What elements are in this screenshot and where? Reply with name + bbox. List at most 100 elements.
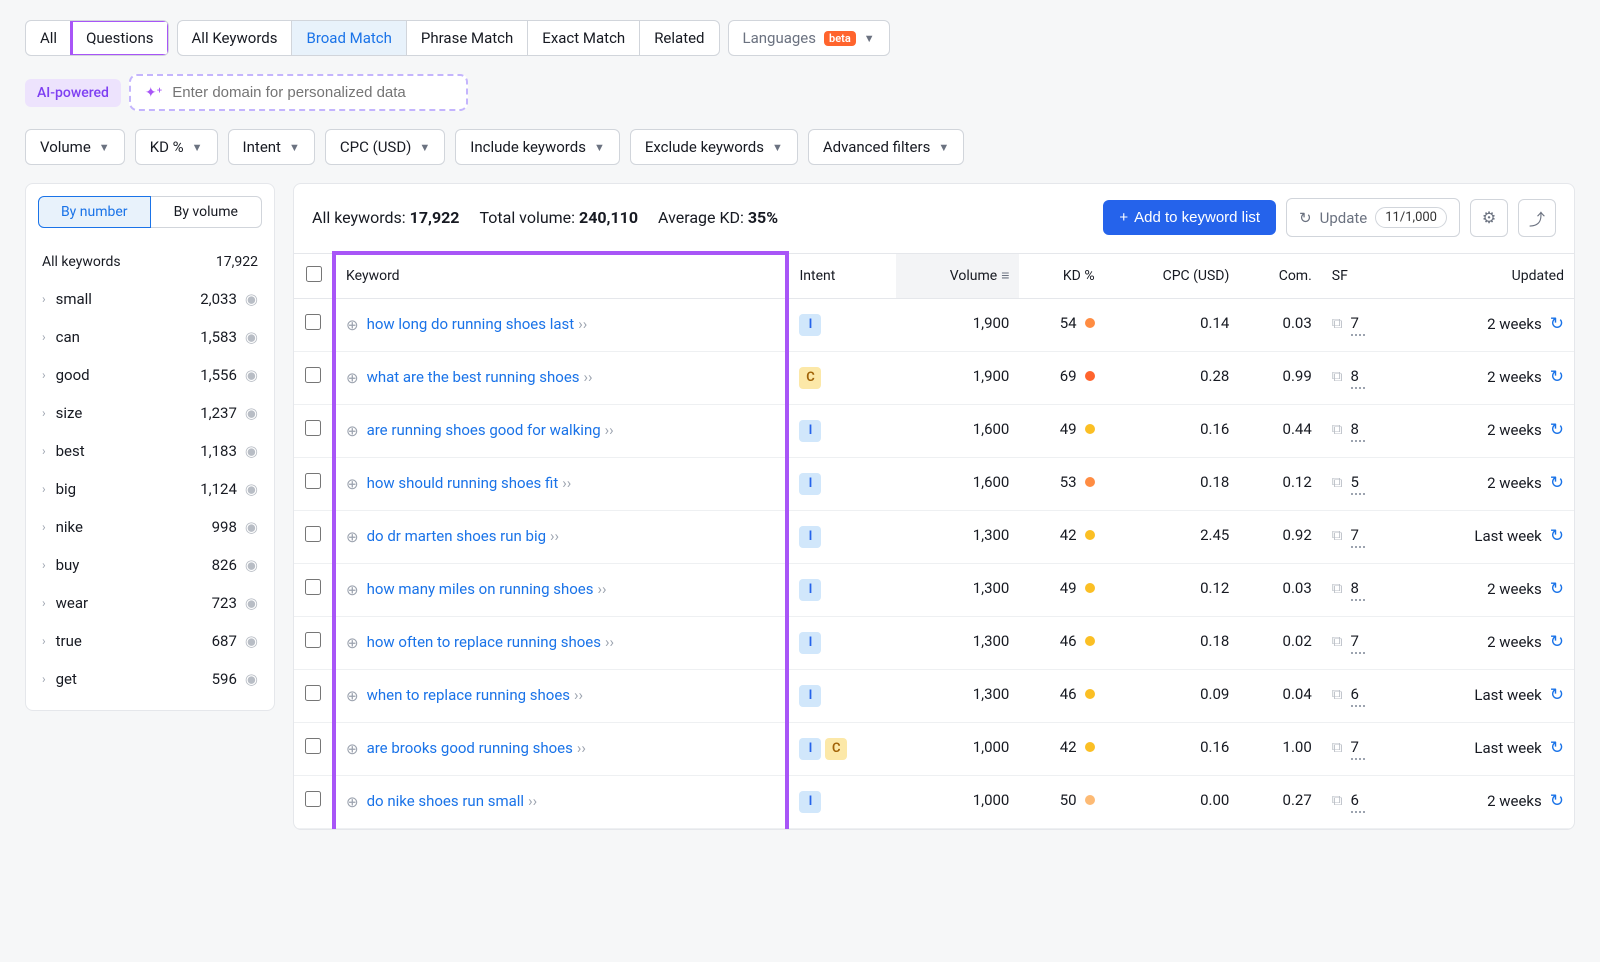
tab-exact-match[interactable]: Exact Match [528, 21, 640, 55]
keyword-link[interactable]: how many miles on running shoes›› [367, 579, 607, 600]
keyword-link[interactable]: are running shoes good for walking›› [367, 420, 614, 441]
row-checkbox[interactable] [305, 579, 321, 595]
col-com[interactable]: Com. [1239, 253, 1321, 298]
serp-icon[interactable]: ⧉ [1332, 420, 1343, 438]
row-checkbox[interactable] [305, 473, 321, 489]
refresh-row-icon[interactable]: ↻ [1550, 579, 1564, 599]
export-button[interactable]: ⤴ [1518, 199, 1556, 237]
refresh-row-icon[interactable]: ↻ [1550, 367, 1564, 387]
row-checkbox[interactable] [305, 420, 321, 436]
eye-icon[interactable]: ◉ [245, 556, 258, 574]
row-checkbox[interactable] [305, 685, 321, 701]
sidebar-item-nike[interactable]: ›nike998◉ [38, 508, 262, 546]
refresh-row-icon[interactable]: ↻ [1550, 420, 1564, 440]
refresh-row-icon[interactable]: ↻ [1550, 314, 1564, 334]
col-volume[interactable]: Volume≡ [896, 253, 1020, 298]
serp-icon[interactable]: ⧉ [1332, 579, 1343, 597]
filter-include-keywords[interactable]: Include keywords▼ [455, 129, 620, 165]
eye-icon[interactable]: ◉ [245, 442, 258, 460]
filter-cpc-usd-[interactable]: CPC (USD)▼ [325, 129, 445, 165]
serp-icon[interactable]: ⧉ [1332, 473, 1343, 491]
refresh-row-icon[interactable]: ↻ [1550, 473, 1564, 493]
eye-icon[interactable]: ◉ [245, 328, 258, 346]
ai-domain-input[interactable] [172, 84, 452, 101]
sidebar-item-buy[interactable]: ›buy826◉ [38, 546, 262, 584]
eye-icon[interactable]: ◉ [245, 290, 258, 308]
tab-related[interactable]: Related [640, 21, 718, 55]
col-intent[interactable]: Intent [787, 253, 895, 298]
filter-intent[interactable]: Intent▼ [228, 129, 315, 165]
eye-icon[interactable]: ◉ [245, 632, 258, 650]
sidebar-item-good[interactable]: ›good1,556◉ [38, 356, 262, 394]
keyword-link[interactable]: do dr marten shoes run big›› [367, 526, 559, 547]
expand-icon[interactable]: ⊕ [346, 528, 359, 546]
tab-broad-match[interactable]: Broad Match [292, 21, 406, 55]
keyword-link[interactable]: how long do running shoes last›› [367, 314, 588, 335]
expand-icon[interactable]: ⊕ [346, 475, 359, 493]
add-to-keyword-list-button[interactable]: + Add to keyword list [1103, 200, 1276, 235]
sidebar-item-can[interactable]: ›can1,583◉ [38, 318, 262, 356]
refresh-row-icon[interactable]: ↻ [1550, 632, 1564, 652]
sidebar-toggle-by-number[interactable]: By number [38, 196, 151, 228]
expand-icon[interactable]: ⊕ [346, 634, 359, 652]
expand-icon[interactable]: ⊕ [346, 316, 359, 334]
col-sf[interactable]: SF [1322, 253, 1404, 298]
serp-icon[interactable]: ⧉ [1332, 632, 1343, 650]
expand-icon[interactable]: ⊕ [346, 793, 359, 811]
sidebar-item-small[interactable]: ›small2,033◉ [38, 280, 262, 318]
serp-icon[interactable]: ⧉ [1332, 685, 1343, 703]
expand-icon[interactable]: ⊕ [346, 581, 359, 599]
row-checkbox[interactable] [305, 314, 321, 330]
settings-button[interactable]: ⚙ [1470, 199, 1508, 237]
sidebar-item-true[interactable]: ›true687◉ [38, 622, 262, 660]
expand-icon[interactable]: ⊕ [346, 422, 359, 440]
sidebar-item-big[interactable]: ›big1,124◉ [38, 470, 262, 508]
col-kd[interactable]: KD % [1019, 253, 1104, 298]
eye-icon[interactable]: ◉ [245, 670, 258, 688]
keyword-link[interactable]: how should running shoes fit›› [367, 473, 572, 494]
filter-exclude-keywords[interactable]: Exclude keywords▼ [630, 129, 798, 165]
row-checkbox[interactable] [305, 791, 321, 807]
serp-icon[interactable]: ⧉ [1332, 791, 1343, 809]
keyword-link[interactable]: when to replace running shoes›› [367, 685, 583, 706]
tab-all[interactable]: All [26, 21, 72, 55]
col-updated[interactable]: Updated [1404, 253, 1574, 298]
row-checkbox[interactable] [305, 526, 321, 542]
languages-dropdown[interactable]: Languages beta ▼ [728, 20, 890, 56]
serp-icon[interactable]: ⧉ [1332, 526, 1343, 544]
update-button[interactable]: ↻ Update 11/1,000 [1286, 198, 1460, 237]
row-checkbox[interactable] [305, 367, 321, 383]
expand-icon[interactable]: ⊕ [346, 369, 359, 387]
select-all-checkbox[interactable] [306, 266, 322, 282]
sidebar-item-size[interactable]: ›size1,237◉ [38, 394, 262, 432]
filter-advanced-filters[interactable]: Advanced filters▼ [808, 129, 964, 165]
sidebar-item-get[interactable]: ›get596◉ [38, 660, 262, 698]
sidebar-item-best[interactable]: ›best1,183◉ [38, 432, 262, 470]
sidebar-toggle-by-volume[interactable]: By volume [151, 196, 263, 228]
eye-icon[interactable]: ◉ [245, 480, 258, 498]
sidebar-item-wear[interactable]: ›wear723◉ [38, 584, 262, 622]
keyword-link[interactable]: do nike shoes run small›› [367, 791, 538, 812]
tab-all-keywords[interactable]: All Keywords [178, 21, 293, 55]
filter-kd-[interactable]: KD %▼ [135, 129, 218, 165]
keyword-link[interactable]: what are the best running shoes›› [367, 367, 593, 388]
eye-icon[interactable]: ◉ [245, 366, 258, 384]
row-checkbox[interactable] [305, 738, 321, 754]
keyword-link[interactable]: are brooks good running shoes›› [367, 738, 586, 759]
eye-icon[interactable]: ◉ [245, 518, 258, 536]
expand-icon[interactable]: ⊕ [346, 740, 359, 758]
col-cpc[interactable]: CPC (USD) [1105, 253, 1240, 298]
refresh-row-icon[interactable]: ↻ [1550, 738, 1564, 758]
serp-icon[interactable]: ⧉ [1332, 367, 1343, 385]
col-keyword[interactable]: Keyword [334, 253, 787, 298]
eye-icon[interactable]: ◉ [245, 594, 258, 612]
tab-phrase-match[interactable]: Phrase Match [407, 21, 528, 55]
serp-icon[interactable]: ⧉ [1332, 314, 1343, 332]
refresh-row-icon[interactable]: ↻ [1550, 685, 1564, 705]
refresh-row-icon[interactable]: ↻ [1550, 791, 1564, 811]
row-checkbox[interactable] [305, 632, 321, 648]
keyword-link[interactable]: how often to replace running shoes›› [367, 632, 614, 653]
serp-icon[interactable]: ⧉ [1332, 738, 1343, 756]
eye-icon[interactable]: ◉ [245, 404, 258, 422]
expand-icon[interactable]: ⊕ [346, 687, 359, 705]
